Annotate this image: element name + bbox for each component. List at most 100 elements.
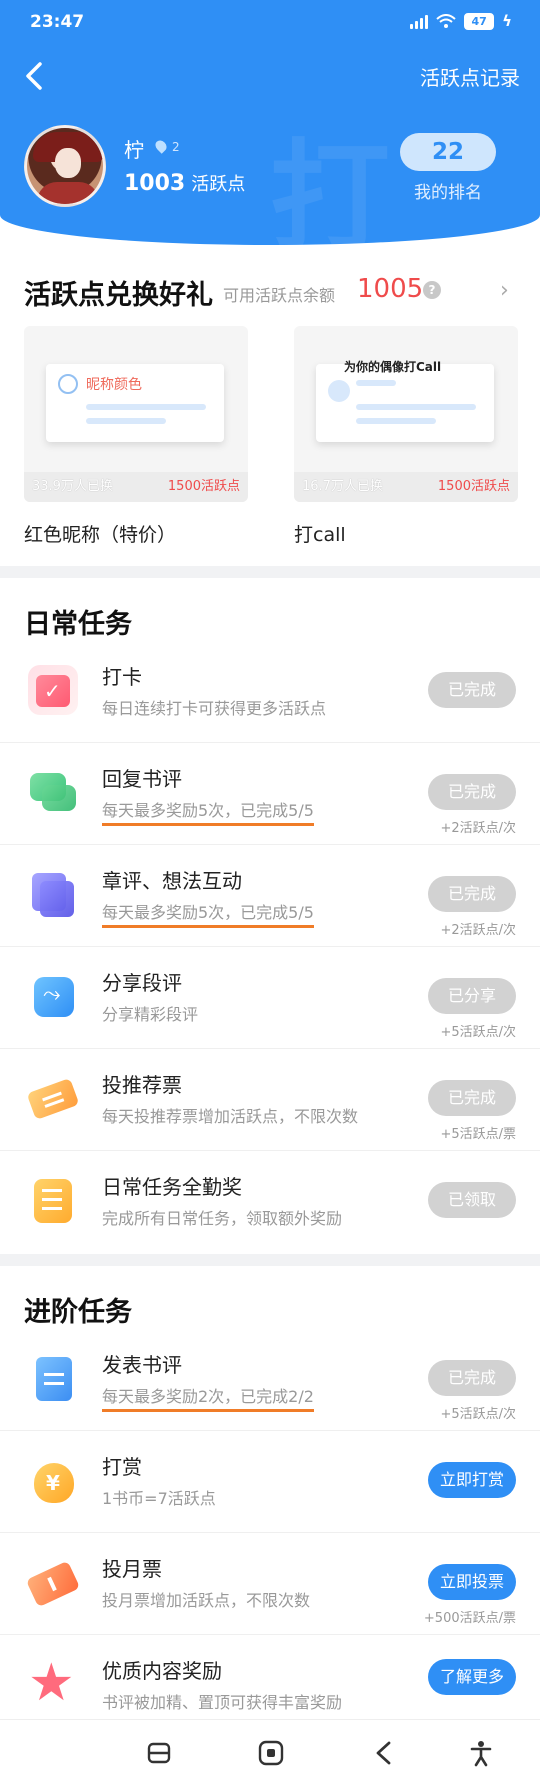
gift-cost: 1500活跃点 xyxy=(437,479,510,494)
gift-exchange-count: 16.7万人已换 xyxy=(302,479,383,494)
task-reward: +5活跃点/次 xyxy=(440,1025,516,1040)
help-icon[interactable]: ? xyxy=(423,281,441,299)
ticket-icon xyxy=(28,1073,78,1123)
activity-points-page: 打 23:47 47 ϟ 活跃点记录 柠 2 1003 活跃点 22 我的排名 … xyxy=(0,0,540,1787)
task-desc: 1书币=7活跃点 xyxy=(102,1489,216,1508)
gift-cost: 1500活跃点 xyxy=(167,479,240,494)
exchange-title: 活跃点兑换好礼 xyxy=(24,280,213,311)
calendar-check-icon xyxy=(28,665,78,715)
task-desc: 每天最多奖励5次，已完成5/5 xyxy=(102,797,314,826)
section-divider xyxy=(0,566,540,578)
signal-icon xyxy=(410,13,429,29)
system-nav-bar xyxy=(0,1719,540,1787)
battery-icon: 47 xyxy=(464,12,495,30)
task-name: 打卡 xyxy=(102,665,142,689)
user-level: 2 xyxy=(153,138,180,154)
task-status-button[interactable]: 已完成 xyxy=(428,1080,516,1116)
task-name: 分享段评 xyxy=(102,971,182,995)
accessibility-icon[interactable] xyxy=(466,1738,496,1768)
tip-now-button[interactable]: 立即打赏 xyxy=(428,1462,516,1498)
task-status-button[interactable]: 已完成 xyxy=(428,672,516,708)
task-desc: 投月票增加活跃点，不限次数 xyxy=(102,1591,311,1610)
gift-name[interactable]: 打call xyxy=(294,520,346,547)
gift-preview: 昵称颜色 xyxy=(46,364,224,442)
points-unit: 活跃点 xyxy=(191,174,246,195)
points-value: 1003 xyxy=(124,171,186,196)
activity-records-link[interactable]: 活跃点记录 xyxy=(420,62,520,91)
advanced-tasks-title: 进阶任务 xyxy=(24,1297,132,1328)
rank-label: 我的排名 xyxy=(414,183,482,203)
wifi-icon xyxy=(436,14,456,28)
task-reward: +2活跃点/次 xyxy=(440,923,516,938)
avatar-placeholder-icon xyxy=(328,380,350,402)
task-checkin: 打卡 每日连续打卡可获得更多活跃点 已完成 xyxy=(0,641,540,743)
task-reward: +5活跃点/票 xyxy=(440,1127,516,1142)
section-divider xyxy=(0,1254,540,1266)
star-icon xyxy=(28,1653,78,1713)
task-desc: 每天投推荐票增加活跃点，不限次数 xyxy=(102,1107,359,1126)
level-drop-icon xyxy=(153,138,169,154)
gift-footer: 16.7万人已换 1500活跃点 xyxy=(294,472,518,502)
chat-bubbles-icon xyxy=(28,767,78,817)
daily-tasks-title: 日常任务 xyxy=(24,609,132,640)
task-desc: 每日连续打卡可获得更多活跃点 xyxy=(102,699,327,718)
task-status-button[interactable]: 已完成 xyxy=(428,774,516,810)
user-points: 1003 活跃点 xyxy=(124,170,245,196)
rank-value[interactable]: 22 xyxy=(400,133,496,171)
task-name: 打赏 xyxy=(102,1455,142,1479)
share-icon xyxy=(28,971,78,1021)
task-desc: 书评被加精、置顶可获得丰富奖励 xyxy=(102,1693,343,1712)
task-reward: +500活跃点/票 xyxy=(423,1611,516,1626)
document-icon xyxy=(28,1353,78,1403)
header-banner: 打 23:47 47 ϟ 活跃点记录 柠 2 1003 活跃点 22 我的排名 xyxy=(0,0,540,245)
menu-icon[interactable] xyxy=(144,1738,174,1768)
task-name: 发表书评 xyxy=(102,1353,182,1377)
task-status-button[interactable]: 已完成 xyxy=(428,876,516,912)
learn-more-button[interactable]: 了解更多 xyxy=(428,1659,516,1695)
task-chapter-comment: 章评、想法互动 每天最多奖励5次，已完成5/5 已完成 +2活跃点/次 xyxy=(0,845,540,947)
status-bar: 23:47 47 ϟ xyxy=(0,0,540,46)
notes-icon xyxy=(28,869,78,919)
money-bag-icon xyxy=(28,1455,78,1505)
task-status-button[interactable]: 已完成 xyxy=(428,1360,516,1396)
task-desc: 完成所有日常任务，领取额外奖励 xyxy=(102,1209,343,1228)
task-status-button[interactable]: 已分享 xyxy=(428,978,516,1014)
gift-preview-text: 为你的偶像打Call xyxy=(344,360,442,374)
task-desc: 每天最多奖励5次，已完成5/5 xyxy=(102,899,314,928)
status-icons: 47 ϟ xyxy=(410,12,512,30)
status-time: 23:47 xyxy=(30,12,85,32)
task-name: 投月票 xyxy=(102,1557,162,1581)
avatar[interactable] xyxy=(24,125,106,207)
task-name: 章评、想法互动 xyxy=(102,869,242,893)
charging-icon: ϟ xyxy=(502,12,512,30)
gift-card-nickname-color[interactable]: 昵称颜色 33.9万人已换 1500活跃点 xyxy=(24,326,248,502)
back-button[interactable] xyxy=(20,58,50,94)
task-name: 日常任务全勤奖 xyxy=(102,1175,242,1199)
gift-card-call[interactable]: 为你的偶像打Call 16.7万人已换 1500活跃点 xyxy=(294,326,518,502)
username: 柠 xyxy=(124,138,144,162)
task-recommend-vote: 投推荐票 每天投推荐票增加活跃点，不限次数 已完成 +5活跃点/票 xyxy=(0,1049,540,1151)
gift-preview: 为你的偶像打Call xyxy=(316,360,494,442)
task-monthly-vote: 投月票 投月票增加活跃点，不限次数 立即投票 +500活跃点/票 xyxy=(0,1533,540,1635)
task-reward: +2活跃点/次 xyxy=(440,821,516,836)
vote-now-button[interactable]: 立即投票 xyxy=(428,1564,516,1600)
balance-label: 可用活跃点余额 xyxy=(223,286,336,305)
home-icon[interactable] xyxy=(256,1738,286,1768)
chevron-right-icon[interactable]: › xyxy=(500,278,509,303)
gift-exchange-count: 33.9万人已换 xyxy=(32,479,113,494)
task-name: 优质内容奖励 xyxy=(102,1659,222,1683)
task-name: 回复书评 xyxy=(102,767,182,791)
task-desc: 每天最多奖励2次，已完成2/2 xyxy=(102,1383,314,1412)
gift-preview-text: 昵称颜色 xyxy=(86,377,142,393)
task-full-attendance: 日常任务全勤奖 完成所有日常任务，领取额外奖励 已领取 xyxy=(0,1151,540,1253)
background-watermark: 打 xyxy=(270,129,390,245)
task-status-button[interactable]: 已领取 xyxy=(428,1182,516,1218)
balance-value: 1005 xyxy=(357,274,424,304)
task-share-comment: 分享段评 分享精彩段评 已分享 +5活跃点/次 xyxy=(0,947,540,1049)
task-reward: +5活跃点/次 xyxy=(440,1407,516,1422)
task-desc: 分享精彩段评 xyxy=(102,1005,199,1024)
task-name: 投推荐票 xyxy=(102,1073,182,1097)
monthly-ticket-icon xyxy=(28,1557,78,1607)
gift-name[interactable]: 红色昵称（特价） xyxy=(24,520,176,547)
back-nav-icon[interactable] xyxy=(370,1738,400,1768)
